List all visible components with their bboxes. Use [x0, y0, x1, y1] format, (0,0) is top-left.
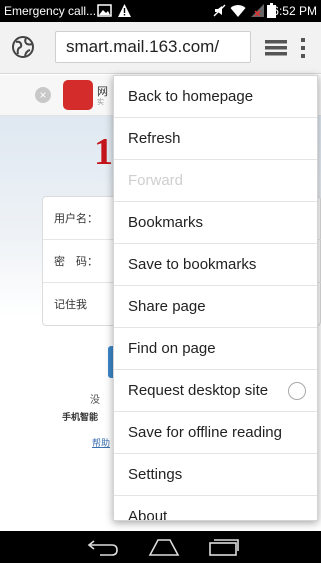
phone-smart-text: 手机智能 [62, 412, 99, 422]
menu-item-label: Find on page [128, 340, 216, 357]
menu-item-back-to-homepage[interactable]: Back to homepage [114, 76, 317, 118]
menu-item-label: Settings [128, 466, 183, 483]
menu-item-save-to-bookmarks[interactable]: Save to bookmarks [114, 244, 317, 286]
no-sound-icon [213, 4, 226, 17]
overflow-menu: Back to homepage Refresh Forward Bookmar… [113, 75, 318, 521]
browser-toolbar: smart.mail.163.com/ [0, 22, 321, 74]
remember-label: 记住我 [54, 299, 87, 311]
carrier-text: Emergency call... [4, 4, 97, 18]
image-icon [97, 4, 112, 17]
menu-item-find-on-page[interactable]: Find on page [114, 328, 317, 370]
menu-item-label: Share page [128, 298, 206, 315]
menu-item-label: Save for offline reading [128, 424, 282, 441]
status-bar: Emergency call... 6:52 PM [0, 0, 321, 22]
menu-item-forward: Forward [114, 160, 317, 202]
recent-apps-icon[interactable] [207, 537, 241, 557]
clock: 6:52 PM [272, 4, 317, 18]
system-nav-bar [0, 531, 321, 563]
warning-icon [118, 4, 131, 17]
menu-item-label: Back to homepage [128, 88, 254, 105]
globe-icon[interactable] [11, 35, 35, 59]
menu-item-refresh[interactable]: Refresh [114, 118, 317, 160]
address-bar[interactable]: smart.mail.163.com/ [55, 31, 251, 63]
mail-app-logo [63, 80, 93, 110]
no-account-text: 没 [90, 395, 100, 406]
tabs-icon[interactable] [264, 36, 288, 60]
more-vert-icon[interactable] [295, 35, 311, 61]
menu-item-label: Refresh [128, 130, 181, 147]
back-icon[interactable] [86, 537, 120, 557]
brand-logo-text: 1 [94, 131, 113, 173]
menu-item-label: Bookmarks [128, 214, 204, 231]
menu-item-share-page[interactable]: Share page [114, 286, 317, 328]
url-text: smart.mail.163.com/ [66, 37, 220, 56]
menu-item-request-desktop-site[interactable]: Request desktop site [114, 370, 317, 412]
menu-item-bookmarks[interactable]: Bookmarks [114, 202, 317, 244]
close-icon[interactable]: × [35, 87, 51, 103]
help-link[interactable]: 帮助 [92, 436, 110, 449]
promo-subtitle: 实 [97, 99, 104, 106]
menu-item-label: About [128, 508, 168, 521]
signal-icon [251, 4, 264, 17]
desktop-site-checkbox[interactable] [288, 382, 306, 400]
wifi-icon [230, 5, 246, 17]
home-icon[interactable] [146, 537, 182, 557]
menu-item-label: Save to bookmarks [128, 256, 257, 273]
menu-item-settings[interactable]: Settings [114, 454, 317, 496]
menu-item-save-offline[interactable]: Save for offline reading [114, 412, 317, 454]
password-label: 密 码： [54, 256, 98, 268]
menu-item-label: Forward [128, 172, 184, 189]
menu-item-about[interactable]: About [114, 496, 317, 521]
menu-item-label: Request desktop site [128, 382, 269, 399]
username-label: 用户名： [54, 213, 98, 225]
